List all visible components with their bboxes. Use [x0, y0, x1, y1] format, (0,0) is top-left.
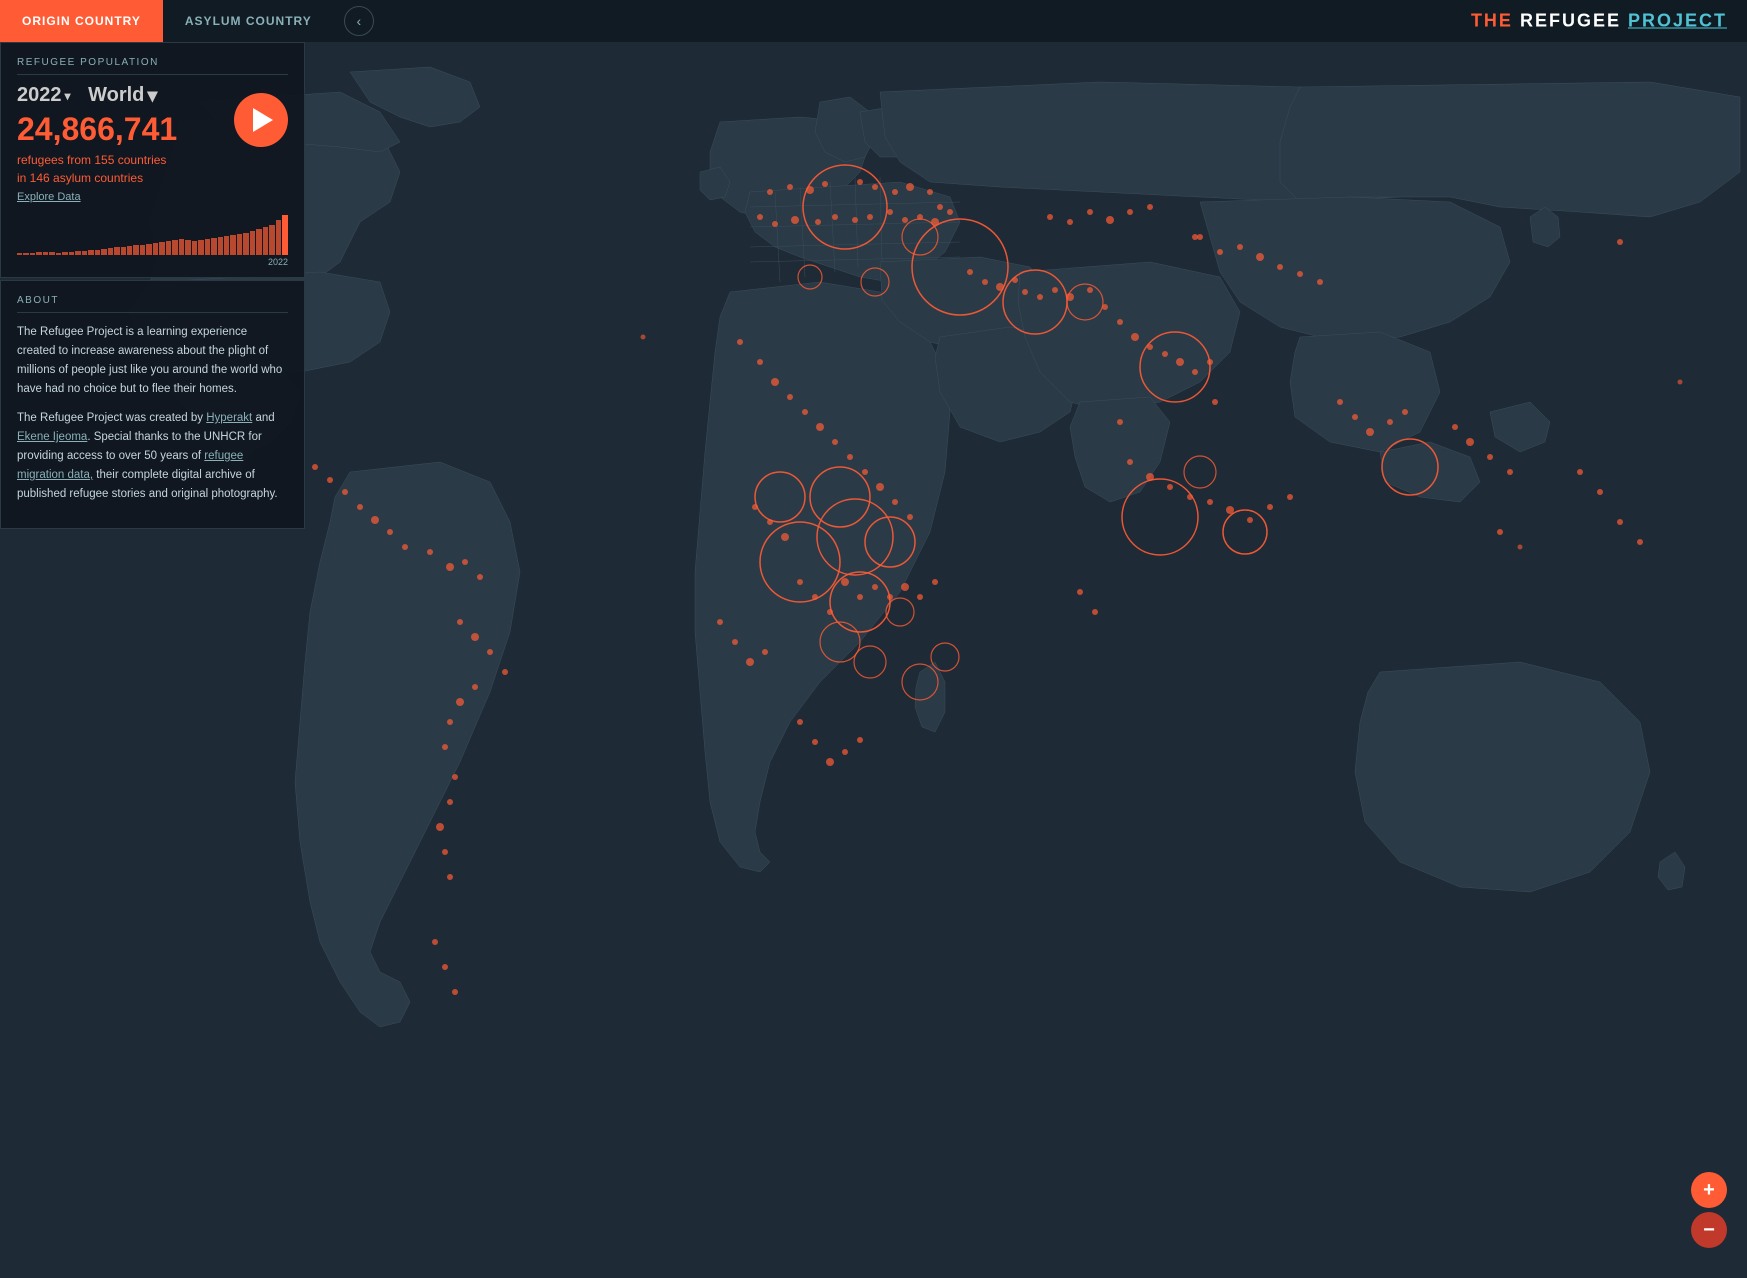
back-button[interactable]: ‹: [344, 6, 374, 36]
chart-bar: [276, 220, 281, 255]
site-title-project[interactable]: PROJECT: [1628, 11, 1727, 31]
hyperakt-link[interactable]: Hyperakt: [206, 412, 252, 424]
chart-bar: [69, 252, 74, 255]
refugees-desc-line2: in 146 asylum countries: [17, 171, 143, 185]
chart-bar: [159, 242, 164, 255]
chart-bar: [230, 235, 235, 255]
about-card: ABOUT The Refugee Project is a learning …: [0, 280, 305, 529]
chart-bar: [121, 247, 126, 255]
ekene-link[interactable]: Ekene Ijeoma: [17, 431, 87, 443]
chart-bar: [237, 234, 242, 255]
site-title-the: THE: [1471, 11, 1520, 31]
chart-bar: [179, 239, 184, 255]
chart-bar: [146, 244, 151, 255]
refugees-description: refugees from 155 countries in 146 asylu…: [17, 151, 288, 187]
about-paragraph-1: The Refugee Project is a learning experi…: [17, 323, 288, 399]
chart-bar: [224, 236, 229, 255]
year-selector[interactable]: 2022 ▾: [17, 84, 71, 107]
about-paragraph-2: The Refugee Project was created by Hyper…: [17, 409, 288, 504]
about-section-label: ABOUT: [17, 295, 288, 313]
chart-bar: [166, 241, 171, 255]
chart-bar: [49, 252, 54, 255]
chart-bar: [153, 243, 158, 255]
chart-bar: [211, 238, 216, 255]
world-value: World: [88, 84, 144, 107]
chart-bar: [250, 231, 255, 255]
chart-bar: [88, 250, 93, 255]
top-navigation: ORIGIN COUNTRY ASYLUM COUNTRY ‹ THE REFU…: [0, 0, 1747, 42]
zoom-controls: + −: [1691, 1172, 1727, 1248]
chart-bar: [198, 240, 203, 255]
zoom-in-button[interactable]: +: [1691, 1172, 1727, 1208]
year-value: 2022: [17, 84, 62, 107]
chart-bar: [23, 253, 28, 255]
chart-year-label: 2022: [17, 257, 288, 267]
chart-bar: [205, 239, 210, 255]
chart-bar: [17, 253, 22, 255]
chart-bar: [192, 241, 197, 255]
chart-bar: [101, 249, 106, 255]
origin-country-btn[interactable]: ORIGIN COUNTRY: [0, 0, 163, 42]
chart-bar: [269, 225, 274, 255]
explore-data-link[interactable]: Explore Data: [17, 191, 81, 203]
chart-bar: [56, 253, 61, 255]
chart-bar: [133, 245, 138, 255]
asylum-country-btn[interactable]: ASYLUM COUNTRY: [163, 0, 334, 42]
left-panel: REFUGEE POPULATION 2022 ▾ World ▾ 24,866…: [0, 42, 305, 529]
world-selector[interactable]: World ▾: [88, 83, 157, 108]
play-button[interactable]: [234, 93, 288, 147]
chart-bar: [185, 240, 190, 255]
chart-bar: [282, 215, 287, 255]
chart-bar: [75, 251, 80, 255]
year-arrow: ▾: [65, 89, 71, 103]
chart-bar: [256, 229, 261, 255]
refugees-desc-line1: refugees from 155 countries: [17, 153, 166, 167]
stats-section-label: REFUGEE POPULATION: [17, 57, 288, 75]
site-title-refugee: REFUGEE: [1520, 11, 1628, 31]
about-p2-and: and: [252, 412, 274, 424]
chart-bar: [172, 240, 177, 255]
site-title: THE REFUGEE PROJECT: [1471, 11, 1727, 32]
chart-bar: [62, 252, 67, 255]
chart-area: [17, 215, 288, 255]
chart-bar: [127, 246, 132, 255]
chart-bar: [30, 253, 35, 255]
separator: [77, 84, 83, 107]
world-arrow: ▾: [147, 83, 157, 108]
chart-bar: [82, 251, 87, 255]
chart-bar: [140, 245, 145, 255]
chart-bar: [218, 237, 223, 255]
play-icon: [253, 108, 273, 132]
about-p2-prefix: The Refugee Project was created by: [17, 412, 206, 424]
chart-bar: [36, 252, 41, 255]
stats-card: REFUGEE POPULATION 2022 ▾ World ▾ 24,866…: [0, 42, 305, 278]
chart-bar: [95, 250, 100, 255]
chart-bar: [43, 252, 48, 255]
chart-bar: [108, 248, 113, 255]
chart-bar: [114, 247, 119, 255]
chart-bar: [263, 227, 268, 255]
zoom-out-button[interactable]: −: [1691, 1212, 1727, 1248]
chart-bar: [243, 233, 248, 255]
